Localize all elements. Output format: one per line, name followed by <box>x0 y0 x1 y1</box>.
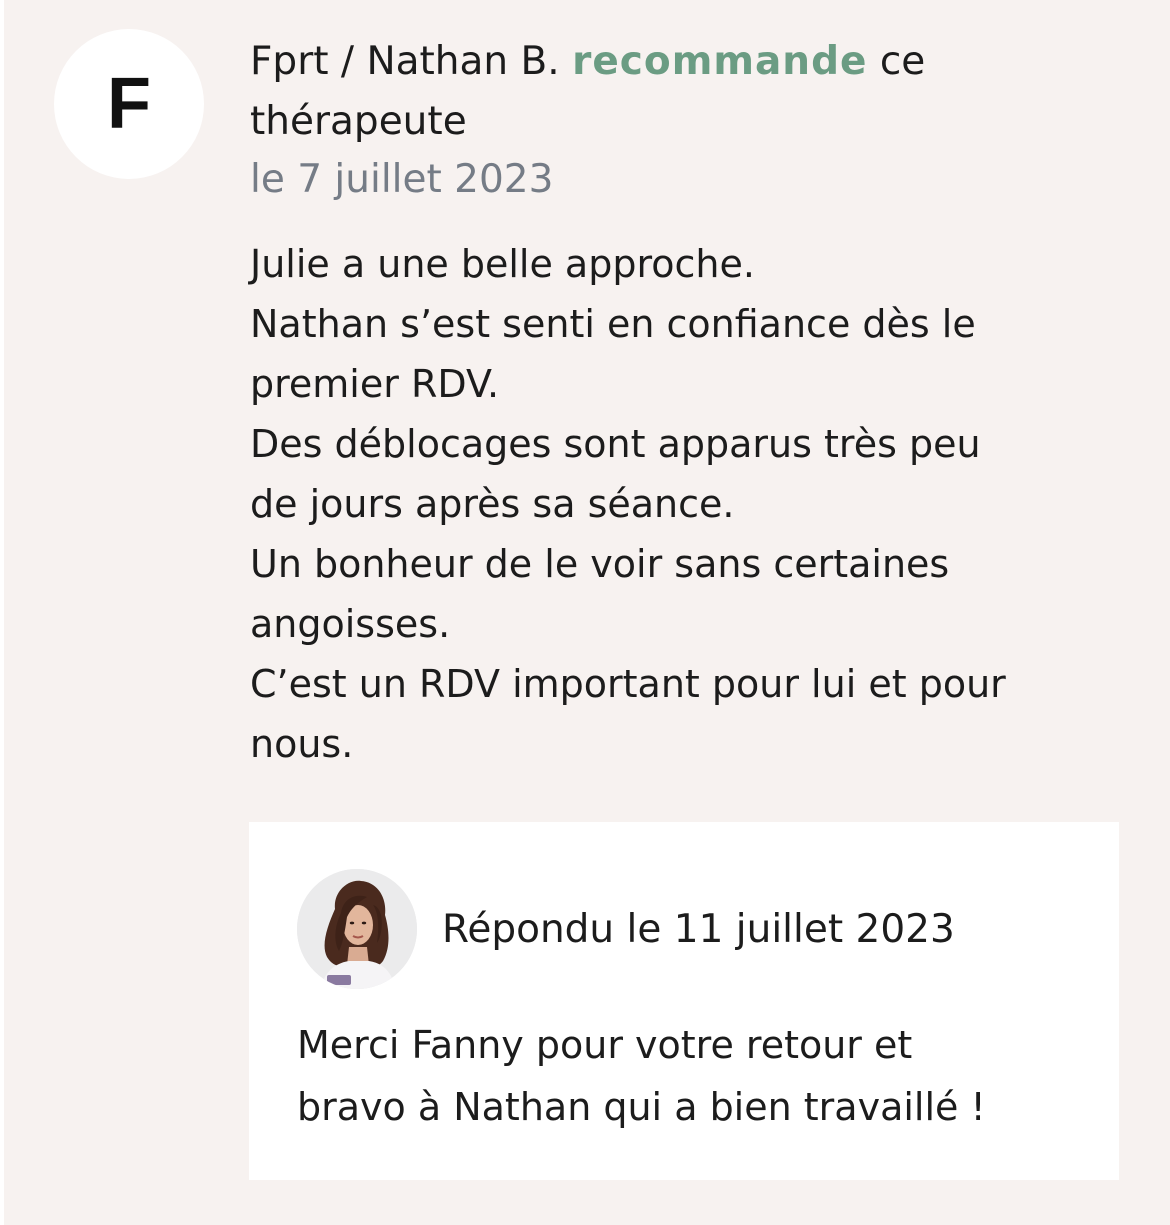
review-text-line: Nathan s’est senti en confiance dès le <box>250 302 976 346</box>
review-heading-suffix: ce <box>879 39 926 84</box>
therapist-avatar <box>297 869 417 989</box>
recommend-label: recommande <box>572 39 868 84</box>
reviewer-name: Fprt / Nathan B. <box>250 39 560 84</box>
reviewer-avatar: F <box>54 29 204 179</box>
review-card: F Fprt / Nathan B. recommande ce thérape… <box>4 0 1170 1225</box>
review-heading: Fprt / Nathan B. recommande ce thérapeut… <box>250 32 1130 152</box>
review-text-line: nous. <box>250 722 354 766</box>
reply-text-line: Merci Fanny pour votre retour et <box>297 1023 913 1067</box>
reviewer-avatar-letter: F <box>107 64 151 144</box>
review-heading-line-1: Fprt / Nathan B. recommande ce <box>250 32 1130 92</box>
reply-date: Répondu le 11 juillet 2023 <box>442 907 955 952</box>
review-text-line: angoisses. <box>250 602 451 646</box>
review-date: le 7 juillet 2023 <box>250 157 554 202</box>
review-text-line: Un bonheur de le voir sans certaines <box>250 542 950 586</box>
review-text-line: premier RDV. <box>250 362 500 406</box>
therapist-photo <box>297 869 417 989</box>
reply-text: Merci Fanny pour votre retour et bravo à… <box>297 1014 1097 1138</box>
review-text-line: C’est un RDV important pour lui et pour <box>250 662 1006 706</box>
review-text-line: de jours après sa séance. <box>250 482 735 526</box>
therapist-reply: Répondu le 11 juillet 2023 Merci Fanny p… <box>249 822 1119 1180</box>
review-text: Julie a une belle approche. Nathan s’est… <box>250 234 1130 774</box>
review-heading-line-2: thérapeute <box>250 99 467 144</box>
reply-text-line: bravo à Nathan qui a bien travaillé ! <box>297 1085 986 1129</box>
review-text-line: Julie a une belle approche. <box>250 242 755 286</box>
review-text-line: Des déblocages sont apparus très peu <box>250 422 981 466</box>
